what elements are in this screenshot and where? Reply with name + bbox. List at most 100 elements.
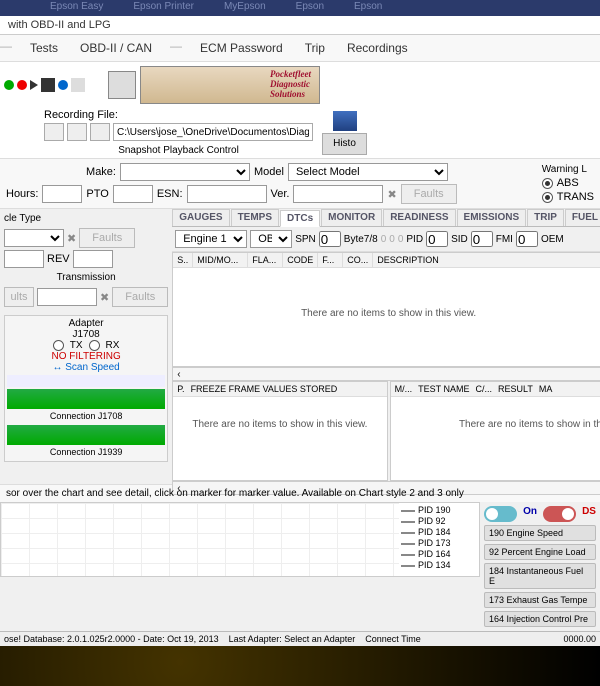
menu-trip[interactable]: Trip [301,39,329,57]
model-label: Model [254,166,284,178]
menu-tests[interactable]: Tests [26,39,62,57]
tab-emissions[interactable]: EMISSIONS [457,209,527,226]
clear-icon[interactable]: ✖ [67,232,76,245]
warning-lights: Warning L ABS TRANS [542,164,594,203]
vehicle-info-row: Make: Model Select Model Hours: PTO ESN:… [0,159,600,209]
play-icon[interactable] [30,80,38,90]
freeze-frame-grid[interactable]: P.FREEZE FRAME VALUES STORED There are n… [172,381,387,481]
snapshot-label: Snapshot Playback Control [44,145,313,156]
tab-temps[interactable]: TEMPS [231,209,279,226]
engine-select[interactable]: Engine 1 [175,230,247,248]
pid-92-item[interactable]: 92 Percent Engine Load [484,544,596,560]
rx-radio[interactable] [89,340,100,351]
test-result-grid[interactable]: M/...TEST NAMEC/...RESULTMA There are no… [390,381,600,481]
pto-label: PTO [86,188,108,200]
tab-trip[interactable]: TRIP [527,209,564,226]
pto-input[interactable] [113,185,153,203]
spn-input[interactable] [319,231,341,247]
record-red-icon[interactable] [17,80,27,90]
left-panel: cle Type ✖ Faults REV Transmission ults … [0,209,172,484]
fmi-input[interactable] [516,231,538,247]
oem-label: OEM [541,234,564,245]
spn-label: SPN [295,234,316,245]
clear-icon[interactable]: ✖ [387,188,396,201]
esn-input[interactable] [187,185,267,203]
no-filter-label: NO FILTERING [7,351,165,362]
desktop-shortcuts: Epson EasyEpson PrinterMyEpsonEpsonEpson [0,0,600,16]
chart-area[interactable]: PID 190PID 92PID 184PID 173PID 164PID 13… [0,502,480,577]
sid-input[interactable] [471,231,493,247]
pid-164-item[interactable]: 164 Injection Control Pre [484,611,596,627]
j1708-label: J1708 [7,329,165,340]
ver-input[interactable] [293,185,383,203]
toolbar: Recording File: Snapshot Playback Contro… [0,62,600,159]
stop-icon[interactable] [41,78,55,92]
pid-label: PID [406,234,423,245]
hours-input[interactable] [42,185,82,203]
menu-obd[interactable]: OBD-II / CAN [76,39,156,57]
pid-190-item[interactable]: 190 Engine Speed [484,525,596,541]
recording-path-input[interactable] [113,123,313,141]
pid-184-item[interactable]: 184 Instantaneous Fuel E [484,563,596,589]
on-switch[interactable] [484,506,517,522]
byte-label: Byte7/8 [344,234,378,245]
truck-icon[interactable] [333,111,357,131]
tab-fuel[interactable]: FUEL [565,209,600,226]
chart-legend: PID 190PID 92PID 184PID 173PID 164PID 13… [399,503,479,576]
record-green-icon[interactable] [4,80,14,90]
obd-select[interactable]: OBD [250,230,292,248]
connection-j1939-bar: Connection J1939 [7,425,165,445]
esn-label: ESN: [157,188,183,200]
model-select[interactable]: Select Model [288,163,448,181]
history-button[interactable]: Histo [322,133,367,155]
connection-j1708-bar: Connection J1708 [7,389,165,409]
rev-input[interactable] [73,250,113,268]
faults-button-left[interactable]: Faults [79,228,135,248]
dtc-grid[interactable]: S.. MID/MO... FLA... CODE F... CO... DES… [172,252,600,367]
adapter-label: Adapter [7,318,165,329]
main-panel: GAUGES TEMPS DTCs MONITOR READINESS EMIS… [172,209,600,484]
rev-label: REV [47,253,70,265]
dtc-filter-row: Engine 1 OBD SPN Byte7/80 0 0 PID SID FM… [172,227,600,252]
make-label: Make: [6,166,116,178]
tab-readiness[interactable]: READINESS [383,209,455,226]
banner-image [140,66,320,104]
desktop-wallpaper [0,646,600,686]
ults-button[interactable]: ults [4,287,34,307]
no-items-label: There are no items to show in this view. [173,268,600,359]
brand-banner [108,64,320,106]
menu-bar: — Tests OBD-II / CAN — ECM Password Trip… [0,35,600,62]
trans-radio[interactable] [542,192,553,203]
ver-label: Ver. [271,188,290,200]
rev-prefix-input[interactable] [4,250,44,268]
stop-button[interactable] [67,123,87,141]
status-bar: ose! Database: 2.0.1.025r2.0000 - Date: … [0,631,600,646]
menu-ecm[interactable]: ECM Password [196,39,287,57]
adapter-panel: Adapter J1708 TX RX NO FILTERING ↔ Scan … [4,315,168,462]
clear-icon[interactable]: ✖ [100,291,109,304]
pid-input[interactable] [426,231,448,247]
trans-input[interactable] [37,288,97,306]
ds-switch[interactable] [543,506,576,522]
tab-monitor[interactable]: MONITOR [321,209,382,226]
abs-radio[interactable] [542,178,553,189]
window-title: with OBD-II and LPG [0,16,600,35]
tab-gauges[interactable]: GAUGES [172,209,229,226]
faults-button[interactable]: Faults [401,184,457,204]
vehicle-type-label: cle Type [4,213,168,224]
scan-speed-label: ↔ Scan Speed [7,362,165,373]
logo-icon [108,71,136,99]
make-select[interactable] [120,163,250,181]
tab-bar: GAUGES TEMPS DTCs MONITOR READINESS EMIS… [172,209,600,227]
faults-button-trans[interactable]: Faults [112,287,168,307]
play-button[interactable] [44,123,64,141]
tool-icon[interactable] [71,78,85,92]
fmi-label: FMI [496,234,513,245]
vehicle-type-select[interactable] [4,229,64,247]
record-blue-icon[interactable] [58,80,68,90]
pid-173-item[interactable]: 173 Exhaust Gas Tempe [484,592,596,608]
tab-dtcs[interactable]: DTCs [280,210,320,227]
prev-button[interactable] [90,123,110,141]
menu-recordings[interactable]: Recordings [343,39,412,57]
tx-radio[interactable] [53,340,64,351]
